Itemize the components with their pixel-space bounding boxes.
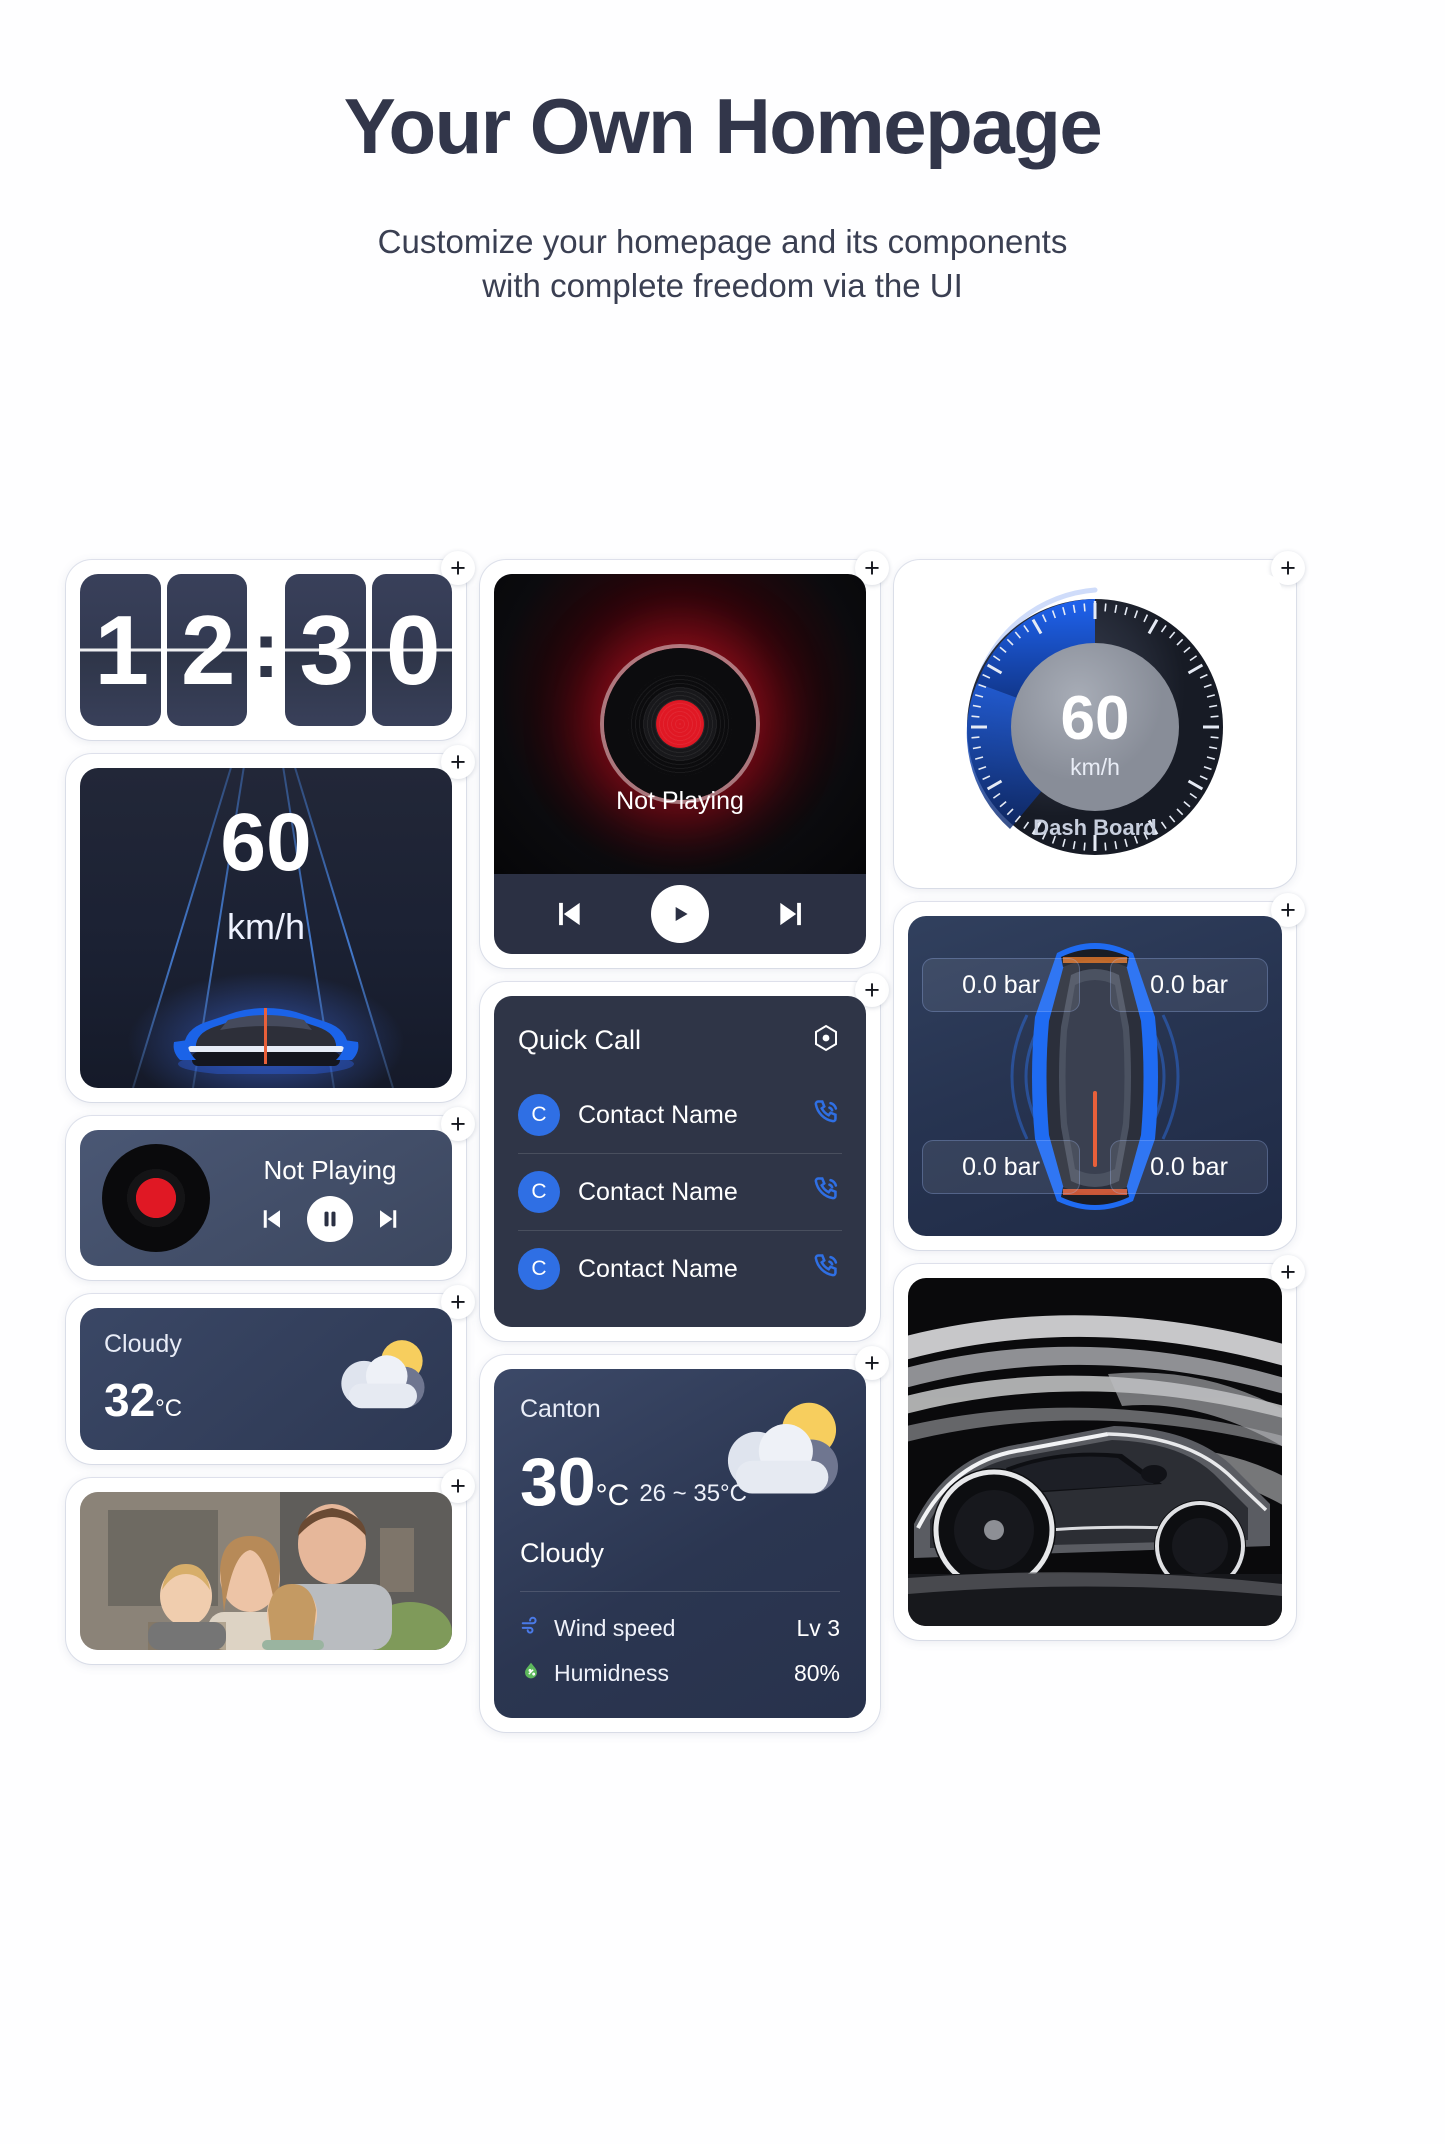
clock-digit-minute-tens: 3 <box>285 574 366 726</box>
page-title: Your Own Homepage <box>343 82 1103 170</box>
widget-card-weather-large[interactable]: + Canton 30°C 26 ~ 35°C Cloudy Wind spee… <box>480 1346 889 1732</box>
tire-pressure-rear-right: 0.0 bar <box>1110 1140 1268 1194</box>
widget-card-quick-call[interactable]: + Quick Call C Contact Name C Contact Na… <box>480 973 889 1341</box>
quick-call-title: Quick Call <box>518 1025 642 1055</box>
next-icon[interactable] <box>375 1204 405 1234</box>
homepage-showcase: Your Own Homepage Customize your homepag… <box>0 0 1445 2144</box>
clock-digit-minute-ones: 0 <box>371 574 452 726</box>
clock-digit-hour-tens: 1 <box>80 574 161 726</box>
widget-column-right: + 60 km/h Dash Board + 0.0 bar 0.0 bar 0… <box>894 551 1305 1640</box>
page-header: Your Own Homepage Customize your homepag… <box>0 0 1445 309</box>
subtitle-line-1: Customize your homepage and its componen… <box>377 222 1068 260</box>
playback-controls <box>494 874 866 954</box>
clock-digit-hour-ones: 2 <box>166 574 247 726</box>
detail-value: 80% <box>793 1660 840 1686</box>
weather-condition: Cloudy <box>520 1538 605 1568</box>
widget-column-middle: + Not Playing + Quick Call C Contact Nam… <box>480 551 889 1732</box>
family-photo-image <box>80 1492 452 1650</box>
avatar: C <box>518 1248 560 1290</box>
flip-clock: 1 2 : 3 0 <box>80 574 452 726</box>
widget-grid: + 1 2 : 3 0 + 60 km/h + Not Playing + Cl… <box>66 551 1396 1732</box>
contact-name: Contact Name <box>578 1100 738 1129</box>
weather-detail-humidity: Humidness 80% <box>520 1651 840 1696</box>
weather-temperature: 30°C <box>520 1444 630 1520</box>
tire-pressure-front-right: 0.0 bar <box>1110 958 1268 1012</box>
clock-separator: : <box>252 605 280 694</box>
next-icon[interactable] <box>774 895 812 933</box>
widget-card-photo-car[interactable]: + <box>894 1255 1305 1640</box>
wind-icon <box>520 1615 542 1642</box>
sports-car-rear-icon <box>173 1008 359 1074</box>
widget-card-photo-family[interactable]: + <box>66 1469 475 1664</box>
widget-card-dashboard[interactable]: + 60 km/h Dash Board <box>894 551 1305 888</box>
sun-behind-cloud-icon <box>341 1340 425 1409</box>
music-player-compact: Not Playing <box>80 1130 452 1266</box>
pause-icon[interactable] <box>307 1195 353 1242</box>
contact-name: Contact Name <box>578 1177 738 1206</box>
quick-call-contact-row[interactable]: C Contact Name <box>518 1230 842 1307</box>
widget-card-music-large[interactable]: + Not Playing <box>480 551 889 968</box>
divider <box>520 1591 840 1592</box>
phone-call-icon[interactable] <box>810 1174 842 1211</box>
car-photo <box>908 1278 1282 1626</box>
dashboard-gauge: 60 km/h Dash Board <box>908 574 1282 874</box>
quick-call-contact-row[interactable]: C Contact Name <box>518 1077 842 1153</box>
sun-behind-cloud-icon <box>727 1402 838 1494</box>
hexagon-settings-icon[interactable] <box>810 1022 842 1059</box>
widget-card-tire-pressure[interactable]: + 0.0 bar 0.0 bar 0.0 bar 0.0 bar <box>894 893 1305 1250</box>
avatar: C <box>518 1094 560 1136</box>
phone-call-icon[interactable] <box>810 1251 842 1288</box>
gauge-dial: 60 km/h Dash Board <box>966 587 1223 855</box>
tire-pressure: 0.0 bar 0.0 bar 0.0 bar 0.0 bar <box>908 916 1282 1236</box>
album-art: Not Playing <box>494 574 866 874</box>
detail-label: Wind speed <box>554 1615 676 1641</box>
music-player-large: Not Playing <box>494 574 866 954</box>
gauge-value: 60 <box>1061 684 1130 753</box>
detail-value: Lv 3 <box>796 1615 840 1641</box>
previous-icon[interactable] <box>255 1204 285 1234</box>
weather-small: Cloudy 32°C <box>80 1308 452 1450</box>
gauge-unit: km/h <box>1070 754 1120 780</box>
detail-label: Humidness <box>554 1660 670 1686</box>
speed-unit: km/h <box>226 906 305 947</box>
music-compact-body: Not Playing <box>230 1155 430 1242</box>
avatar: C <box>518 1171 560 1213</box>
phone-call-icon[interactable] <box>810 1097 842 1134</box>
widget-card-speed-hud[interactable]: + 60 km/h <box>66 745 475 1102</box>
quick-call-header: Quick Call <box>518 1022 842 1059</box>
play-icon[interactable] <box>650 885 709 943</box>
playback-controls <box>255 1195 405 1242</box>
widget-card-clock[interactable]: + 1 2 : 3 0 <box>66 551 475 740</box>
contact-name: Contact Name <box>578 1254 738 1283</box>
quick-call: Quick Call C Contact Name C Contact Name… <box>494 996 866 1327</box>
vinyl-record-icon <box>102 1144 210 1252</box>
weather-large: Canton 30°C 26 ~ 35°C Cloudy Wind speed … <box>494 1369 866 1718</box>
gauge-label: Dash Board <box>1033 815 1156 840</box>
widget-column-left: + 1 2 : 3 0 + 60 km/h + Not Playing + Cl… <box>66 551 475 1664</box>
tire-pressure-front-left: 0.0 bar <box>922 958 1080 1012</box>
temperature-unit: °C <box>155 1395 183 1422</box>
weather-detail-wind: Wind speed Lv 3 <box>520 1606 840 1651</box>
widget-card-weather-small[interactable]: + Cloudy 32°C <box>66 1285 475 1464</box>
tire-pressure-rear-left: 0.0 bar <box>922 1140 1080 1194</box>
playback-status: Not Playing <box>263 1154 397 1185</box>
subtitle-line-2: with complete freedom via the UI <box>482 267 963 305</box>
car-photo-image <box>908 1278 1282 1626</box>
speed-hud: 60 km/h <box>80 768 452 1088</box>
humidity-icon <box>520 1660 542 1687</box>
temperature-unit: °C <box>595 1479 630 1512</box>
playback-status: Not Playing <box>616 787 744 815</box>
quick-call-contact-row[interactable]: C Contact Name <box>518 1153 842 1230</box>
widget-card-music-compact[interactable]: + Not Playing <box>66 1107 475 1280</box>
speed-value: 60 <box>220 797 312 888</box>
vinyl-record-icon <box>604 648 756 800</box>
page-subtitle: Customize your homepage and its componen… <box>0 220 1445 309</box>
family-photo <box>80 1492 452 1650</box>
previous-icon[interactable] <box>548 895 586 933</box>
